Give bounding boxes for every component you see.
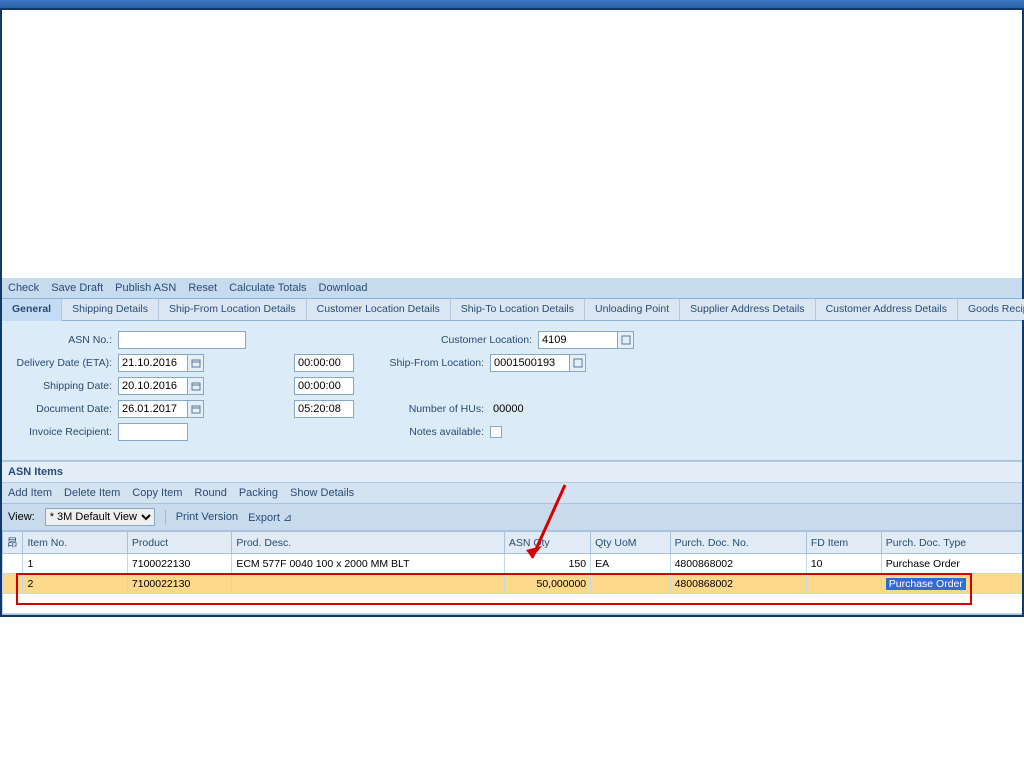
col-fd-item[interactable]: FD Item	[806, 532, 881, 554]
view-bar: View: * 3M Default View Print Version Ex…	[2, 503, 1022, 531]
invoice-recipient-label: Invoice Recipient:	[10, 426, 118, 438]
cell-product[interactable]: 7100022130	[127, 574, 231, 594]
tab-customer-location-details[interactable]: Customer Location Details	[307, 299, 451, 320]
cell-qty-uom[interactable]	[591, 574, 670, 594]
col-product[interactable]: Product	[127, 532, 231, 554]
shipping-date-label: Shipping Date:	[10, 380, 118, 392]
delivery-date-input[interactable]	[118, 354, 188, 372]
shipping-date-calendar-icon[interactable]	[188, 377, 204, 395]
col-qty-uom[interactable]: Qty UoM	[591, 532, 670, 554]
document-date-calendar-icon[interactable]	[188, 400, 204, 418]
cell-purch-doc-no[interactable]: 4800868002	[670, 574, 806, 594]
cell-item-no[interactable]: 1	[23, 554, 127, 574]
customer-location-help-icon[interactable]	[618, 331, 634, 349]
delivery-date-calendar-icon[interactable]	[188, 354, 204, 372]
packing-button[interactable]: Packing	[239, 487, 278, 499]
number-of-hus-label: Number of HUs:	[370, 403, 490, 415]
round-button[interactable]: Round	[194, 487, 226, 499]
cell-fd-item[interactable]	[806, 574, 881, 594]
ship-from-location-help-icon[interactable]	[570, 354, 586, 372]
col-purch-doc-type[interactable]: Purch. Doc. Type	[881, 532, 1022, 554]
tab-supplier-address-details[interactable]: Supplier Address Details	[680, 299, 815, 320]
tab-ship-to-location-details[interactable]: Ship-To Location Details	[451, 299, 585, 320]
items-grid: 昂 Item No. Product Prod. Desc. ASN Qty Q…	[2, 531, 1022, 615]
asn-items-title: ASN Items	[2, 461, 1022, 482]
col-asn-qty[interactable]: ASN Qty	[504, 532, 590, 554]
show-details-button[interactable]: Show Details	[290, 487, 354, 499]
view-label: View:	[8, 511, 35, 523]
document-date-input[interactable]	[118, 400, 188, 418]
number-of-hus-value: 00000	[490, 402, 527, 416]
table-row[interactable]: 1 7100022130 ECM 577F 0040 100 x 2000 MM…	[3, 554, 1023, 574]
asn-no-label: ASN No.:	[10, 334, 118, 346]
general-form: ASN No.: Customer Location: Delivery Dat…	[2, 321, 1022, 461]
cell-asn-qty[interactable]: 50,000000	[504, 574, 590, 594]
shipping-date-input[interactable]	[118, 377, 188, 395]
copy-item-button[interactable]: Copy Item	[132, 487, 182, 499]
view-select[interactable]: * 3M Default View	[45, 508, 155, 526]
download-button[interactable]: Download	[319, 282, 368, 294]
reset-button[interactable]: Reset	[188, 282, 217, 294]
cell-purch-doc-type[interactable]: Purchase Order▼	[881, 574, 1022, 594]
tab-general[interactable]: General	[2, 299, 62, 321]
col-item-no[interactable]: Item No.	[23, 532, 127, 554]
save-draft-button[interactable]: Save Draft	[51, 282, 103, 294]
col-prod-desc[interactable]: Prod. Desc.	[232, 532, 505, 554]
customer-location-input[interactable]	[538, 331, 618, 349]
cell-qty-uom[interactable]: EA	[591, 554, 670, 574]
ship-from-location-label: Ship-From Location:	[370, 357, 490, 369]
delivery-time-input[interactable]	[294, 354, 354, 372]
shipping-time-input[interactable]	[294, 377, 354, 395]
cell-prod-desc[interactable]: ECM 577F 0040 100 x 2000 MM BLT	[232, 554, 505, 574]
delete-item-button[interactable]: Delete Item	[64, 487, 120, 499]
ship-from-location-input[interactable]	[490, 354, 570, 372]
notes-available-checkbox[interactable]	[490, 426, 502, 438]
invoice-recipient-input[interactable]	[118, 423, 188, 441]
cell-prod-desc[interactable]	[232, 574, 505, 594]
cell-product[interactable]: 7100022130	[127, 554, 231, 574]
tab-goods-recipient-address-detail[interactable]: Goods Recipient Address Detail	[958, 299, 1024, 320]
tab-unloading-point[interactable]: Unloading Point	[585, 299, 680, 320]
customer-location-label: Customer Location:	[418, 334, 538, 346]
col-selector[interactable]: 昂	[3, 532, 23, 554]
tab-customer-address-details[interactable]: Customer Address Details	[816, 299, 958, 320]
cell-purch-doc-type[interactable]: Purchase Order▼	[881, 554, 1022, 574]
calculate-totals-button[interactable]: Calculate Totals	[229, 282, 306, 294]
export-link[interactable]: Export ⊿	[248, 511, 292, 524]
document-date-label: Document Date:	[10, 403, 118, 415]
tab-shipping-details[interactable]: Shipping Details	[62, 299, 159, 320]
cell-item-no[interactable]: 2	[23, 574, 127, 594]
delivery-date-label: Delivery Date (ETA):	[10, 357, 118, 369]
publish-asn-button[interactable]: Publish ASN	[115, 282, 176, 294]
asn-no-input[interactable]	[118, 331, 246, 349]
tabstrip: General Shipping Details Ship-From Locat…	[2, 299, 1022, 321]
table-row[interactable]: 2 7100022130 50,000000 4800868002 Purcha…	[3, 574, 1023, 594]
notes-available-label: Notes available:	[370, 426, 490, 438]
add-item-button[interactable]: Add Item	[8, 487, 52, 499]
print-version-link[interactable]: Print Version	[176, 511, 238, 523]
items-toolbar: Add Item Delete Item Copy Item Round Pac…	[2, 482, 1022, 503]
cell-fd-item[interactable]: 10	[806, 554, 881, 574]
tab-ship-from-location-details[interactable]: Ship-From Location Details	[159, 299, 307, 320]
main-toolbar: Check Save Draft Publish ASN Reset Calcu…	[2, 278, 1022, 299]
document-time-input[interactable]	[294, 400, 354, 418]
check-button[interactable]: Check	[8, 282, 39, 294]
cell-asn-qty[interactable]: 150	[504, 554, 590, 574]
cell-purch-doc-no[interactable]: 4800868002	[670, 554, 806, 574]
col-purch-doc-no[interactable]: Purch. Doc. No.	[670, 532, 806, 554]
